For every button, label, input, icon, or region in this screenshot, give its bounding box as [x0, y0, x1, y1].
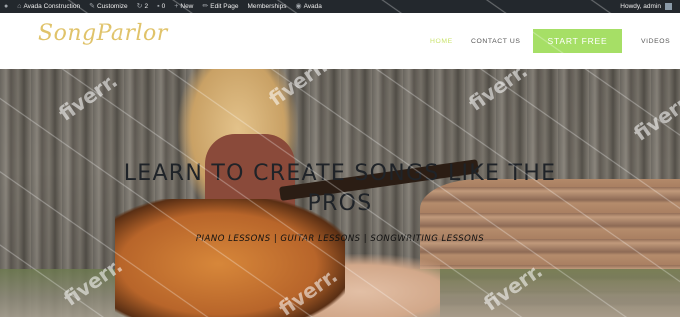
updates-menu[interactable]: ↻ 2: [137, 3, 149, 10]
site-name-menu[interactable]: ⌂ Avada Construction: [17, 3, 80, 10]
updates-icon: ↻: [136, 3, 143, 10]
updates-count: 2: [144, 3, 149, 10]
edit-page-label: Edit Page: [210, 3, 239, 10]
comments-count: 0: [161, 3, 166, 10]
site-header: SongParlor HOME CONTACT US START FREE VI…: [0, 13, 680, 69]
comment-icon: ▪: [157, 3, 160, 10]
nav-videos[interactable]: VIDEOS: [641, 13, 670, 69]
customize-label: Customize: [96, 3, 128, 10]
pencil-icon: ✏: [202, 3, 209, 10]
theme-label: Avada: [303, 3, 322, 10]
memberships-menu[interactable]: Memberships: [247, 3, 286, 10]
theme-menu[interactable]: ◉ Avada: [295, 3, 321, 10]
nav-home[interactable]: HOME: [430, 13, 453, 69]
account-menu[interactable]: Howdy, admin: [620, 0, 672, 13]
new-content-menu[interactable]: + New: [174, 3, 193, 10]
hero-section: LEARN TO CREATE SONGS LIKE THE PROS PIAN…: [0, 69, 680, 317]
avatar: [665, 3, 672, 10]
wp-admin-bar: ● ⌂ Avada Construction ✎ Customize ↻ 2 ▪…: [0, 0, 680, 13]
comments-menu[interactable]: ▪ 0: [157, 3, 165, 10]
howdy-label: Howdy, admin: [620, 3, 661, 10]
home-icon: ⌂: [17, 3, 22, 10]
site-logo[interactable]: SongParlor: [38, 21, 168, 46]
customize-menu[interactable]: ✎ Customize: [89, 3, 128, 10]
new-label: New: [180, 3, 194, 10]
brush-icon: ✎: [89, 3, 95, 10]
memberships-label: Memberships: [247, 3, 287, 10]
start-free-button[interactable]: START FREE: [533, 29, 622, 53]
hero-subtitle: PIANO LESSONS | GUITAR LESSONS | SONGWRI…: [195, 234, 485, 244]
wp-logo-menu[interactable]: ●: [4, 3, 8, 10]
site-name-label: Avada Construction: [23, 3, 81, 10]
nav-contact-us[interactable]: CONTACT US: [471, 13, 521, 69]
wordpress-icon: ●: [4, 3, 9, 10]
edit-page-menu[interactable]: ✏ Edit Page: [202, 3, 238, 10]
avada-icon: ◉: [295, 3, 302, 10]
hero-title: LEARN TO CREATE SONGS LIKE THE PROS: [123, 161, 557, 216]
plus-icon: +: [174, 3, 179, 10]
